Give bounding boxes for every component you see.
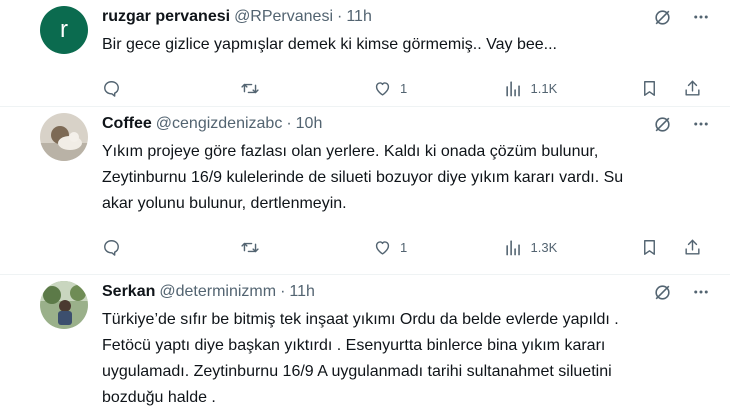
timestamp[interactable]: 11h [346,8,372,26]
bookmark-icon[interactable] [640,238,659,257]
tweet-text-line: Yıkım projeye göre fazlası olan yerlere.… [102,143,599,160]
tweet-text: Türkiye’de sıfır be bitmiş tek inşaat yı… [102,307,716,411]
tweet-header: Coffee @cengizdenizabc · 10h [102,113,716,135]
author-name[interactable]: Coffee [102,115,152,133]
tweet-coffee[interactable]: Coffee @cengizdenizabc · 10h Yıkım proje… [0,106,730,274]
tweet-text-line: akar yolunu bulunur, dertlenmeyin. [102,195,347,212]
tweet-serkan[interactable]: Serkan @determinizmm · 11h Türkiye’de sı… [0,274,730,420]
avatar[interactable] [40,281,88,329]
separator-dot: · [337,8,343,25]
like-icon [373,79,392,98]
repost-button[interactable] [240,79,373,98]
like-icon [373,238,392,257]
bookmark-icon[interactable] [640,79,659,98]
avatar[interactable] [40,113,88,161]
avatar[interactable]: r [40,6,88,54]
grok-icon[interactable] [653,115,672,134]
repost-button[interactable] [240,238,373,257]
separator-dot: · [280,283,286,300]
tweet-text-line: Türkiye’de sıfır be bitmiş tek inşaat yı… [102,311,619,328]
view-count: 1.1K [530,80,558,96]
author-name[interactable]: Serkan [102,283,155,301]
action-bar: 1 1.3K [102,237,716,257]
tweet-header: ruzgar pervanesi @RPervanesi · 11h [102,6,716,28]
views-button[interactable]: 1.1K [504,79,640,98]
views-icon [504,238,523,257]
grok-icon[interactable] [653,8,672,27]
tweet-text-line: Bir gece gizlice yapmışlar demek ki kims… [102,36,557,53]
like-count: 1 [399,239,408,255]
repost-icon [240,238,260,257]
tweet-ruzgar[interactable]: r ruzgar pervanesi @RPervanesi · 11h Bir [0,0,730,106]
author-handle[interactable]: @determinizmm [159,283,276,301]
tweet-text-line: Fetöcü yaptı diye başkan yıktırdı . Esen… [102,337,606,354]
tweet-text: Bir gece gizlice yapmışlar demek ki kims… [102,32,716,58]
more-icon[interactable] [692,8,710,26]
share-icon[interactable] [683,79,702,98]
tweet-text: Yıkım projeye göre fazlası olan yerlere.… [102,139,716,217]
like-count: 1 [399,80,408,96]
reply-button[interactable] [102,238,240,257]
tweet-text-line: uygulamadı. Zeytinburnu 16/9 A uygulanma… [102,363,612,380]
repost-icon [240,79,260,98]
more-icon[interactable] [692,115,710,133]
author-name[interactable]: ruzgar pervanesi [102,8,230,26]
action-bar: 1 1.1K [102,78,716,98]
like-button[interactable]: 1 [373,238,504,257]
reply-button[interactable] [102,79,240,98]
tweet-text-line: bozduğu halde . [102,389,216,406]
tweet-header: Serkan @determinizmm · 11h [102,281,716,303]
separator-dot: · [286,115,292,132]
share-icon[interactable] [683,238,702,257]
reply-feed: r ruzgar pervanesi @RPervanesi · 11h Bir [0,0,730,420]
author-handle[interactable]: @RPervanesi [234,8,333,26]
grok-icon[interactable] [653,283,672,302]
reply-icon [102,79,121,98]
tweet-text-line: Zeytinburnu 16/9 kulelerinde de silueti … [102,169,624,186]
author-handle[interactable]: @cengizdenizabc [156,115,283,133]
views-icon [504,79,523,98]
like-button[interactable]: 1 [373,79,504,98]
views-button[interactable]: 1.3K [504,238,640,257]
timestamp[interactable]: 11h [289,283,315,301]
reply-icon [102,238,121,257]
timestamp[interactable]: 10h [296,115,323,133]
more-icon[interactable] [692,283,710,301]
view-count: 1.3K [530,239,558,255]
